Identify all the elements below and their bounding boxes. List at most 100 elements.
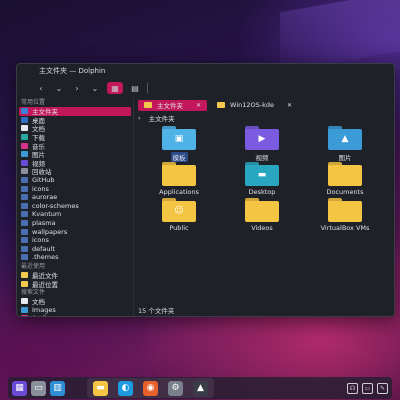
file-item[interactable]: ☺ Public [144, 198, 214, 232]
tab-item[interactable]: Win12OS-kde ✕ [211, 100, 298, 111]
tab-bar: 主文件夹 ✕ Win12OS-kde ✕ [134, 98, 394, 112]
place-icon [21, 125, 28, 132]
icons-view-button[interactable]: ▦ [107, 82, 123, 94]
sidebar-item-label: color-schemes [32, 201, 79, 210]
sidebar-item[interactable]: plasma [19, 219, 131, 228]
tab-label: Win12OS-kde [230, 101, 274, 109]
file-item[interactable]: ▲ 图片 [310, 126, 380, 162]
folder-emblem-icon: ☺ [174, 206, 184, 216]
sidebar-item[interactable]: Audio [19, 314, 131, 316]
headset-icon[interactable]: ☊ [347, 382, 358, 394]
folder-icon: ▣ [162, 126, 196, 150]
sidebar-item[interactable]: Images [19, 305, 131, 314]
file-item[interactable]: VirtualBox VMs [310, 198, 380, 232]
place-icon [21, 108, 28, 115]
wallpaper-accent [280, 0, 400, 73]
sidebar-item[interactable]: 最近位置 [19, 279, 131, 289]
folder-icon: ▬ [245, 162, 279, 186]
file-item[interactable]: ▣ 模板 [144, 126, 214, 162]
store-icon[interactable]: ▲ [193, 380, 208, 396]
close-tab-icon[interactable]: ✕ [196, 102, 201, 109]
file-item[interactable]: ▶ 视频 [227, 126, 297, 162]
forward-history-dropdown[interactable]: ⌄ [89, 82, 101, 94]
place-icon [21, 280, 28, 287]
place-icon [21, 168, 28, 175]
breadcrumb: › 主文件夹 [134, 112, 394, 123]
sidebar-item-label: Images [32, 305, 56, 314]
file-item[interactable]: Documents [310, 162, 380, 196]
sidebar-item[interactable]: default [19, 245, 131, 254]
folder-icon [245, 198, 279, 222]
sidebar-item[interactable]: 文档 [19, 297, 131, 306]
place-icon [21, 151, 28, 158]
place-icon [21, 315, 28, 316]
window-title: 主文件夹 — Dolphin [39, 67, 106, 75]
file-item[interactable]: Applications [144, 162, 214, 196]
back-history-dropdown[interactable]: ⌄ [53, 82, 65, 94]
start-menu-icon[interactable]: ▦ [12, 380, 27, 396]
place-icon [21, 116, 28, 123]
sidebar-item[interactable]: color-schemes [19, 202, 131, 211]
sidebar-item-label: .themes [32, 253, 59, 262]
place-icon [21, 194, 28, 201]
compact-view-button[interactable]: ▤ [129, 82, 141, 94]
breadcrumb-item-home[interactable]: 主文件夹 [149, 113, 175, 123]
place-icon [21, 211, 28, 218]
taskbar: ▦ ▭ ▥ ▬ ◐ ◉ ⚙ ▲ ☊ ▭ ✎ [8, 377, 392, 399]
forward-button[interactable]: › [71, 82, 83, 94]
status-bar: 15 个文件夹 [138, 307, 175, 315]
sidebar-item-label: GitHub [32, 176, 55, 185]
place-icon [21, 254, 28, 261]
place-icon [21, 202, 28, 209]
tab-item[interactable]: 主文件夹 ✕ [138, 99, 208, 111]
file-item[interactable]: ▬ Desktop [227, 162, 297, 196]
folder-icon: ▶ [245, 126, 279, 150]
sidebar-item[interactable]: .themes [19, 253, 131, 262]
sidebar-item[interactable]: GitHub [19, 176, 131, 185]
file-view: 主文件夹 ✕ Win12OS-kde ✕ › 主文件夹 ▣ 模板 ▶ 视频 ▲ 图片 Applic… [133, 98, 394, 316]
sidebar-item-label: default [32, 244, 55, 253]
file-item[interactable]: Videos [227, 198, 297, 232]
file-label: Applications [159, 188, 199, 196]
place-icon [21, 159, 28, 166]
sidebar-item-label: 文档 [32, 298, 45, 307]
folder-emblem-icon: ▣ [174, 134, 184, 144]
pen-icon[interactable]: ✎ [377, 382, 388, 394]
sidebar-item-label: Kvantum [32, 210, 62, 219]
place-icon [21, 185, 28, 192]
place-icon [21, 298, 28, 305]
dolphin-window: 主文件夹 — Dolphin ‹ ⌄ › ⌄ ▦ ▤ 常用位置 主文件夹 桌面 文档… [16, 63, 395, 317]
folder-icon [144, 102, 152, 108]
close-tab-icon[interactable]: ✕ [287, 102, 292, 109]
sidebar-item-label: aurorae [32, 193, 58, 202]
breadcrumb-arrow-icon[interactable]: › [138, 114, 141, 122]
folder-icon: ▲ [328, 126, 362, 150]
file-label: 模板 [170, 152, 188, 162]
sidebar-item-label: icons [32, 236, 49, 245]
edge-browser-icon[interactable]: ◐ [118, 380, 133, 396]
widgets-icon[interactable]: ▥ [50, 380, 65, 396]
file-label: VirtualBox VMs [320, 224, 370, 232]
sidebar-item[interactable]: icons [19, 184, 131, 193]
file-grid: ▣ 模板 ▶ 视频 ▲ 图片 Applications ▬ Desktop Documents ☺ P… [134, 126, 394, 316]
file-manager-icon[interactable]: ▬ [93, 380, 108, 396]
sidebar-item[interactable]: wallpapers [19, 227, 131, 236]
file-label: Desktop [248, 188, 276, 196]
task-view-icon[interactable]: ▭ [31, 380, 46, 396]
folder-icon [328, 162, 362, 186]
file-label: 图片 [338, 154, 352, 162]
back-button[interactable]: ‹ [35, 82, 47, 94]
file-label: 视频 [255, 154, 269, 162]
settings-icon[interactable]: ⚙ [168, 380, 183, 396]
sidebar-item[interactable]: Kvantum [19, 210, 131, 219]
sidebar-item[interactable]: 回收站 [19, 167, 131, 176]
sidebar-item[interactable]: icons [19, 236, 131, 245]
sidebar-item[interactable]: aurorae [19, 193, 131, 202]
places-sidebar: 常用位置 主文件夹 桌面 文档 下载 音乐 图片 视频 回收站 GitHub icons auror… [17, 98, 133, 316]
firefox-icon[interactable]: ◉ [143, 380, 158, 396]
folder-icon [162, 162, 196, 186]
display-icon[interactable]: ▭ [362, 382, 373, 394]
sidebar-item-label: icons [32, 184, 49, 193]
file-label: Documents [326, 188, 364, 196]
window-titlebar[interactable]: 主文件夹 — Dolphin [17, 64, 394, 78]
